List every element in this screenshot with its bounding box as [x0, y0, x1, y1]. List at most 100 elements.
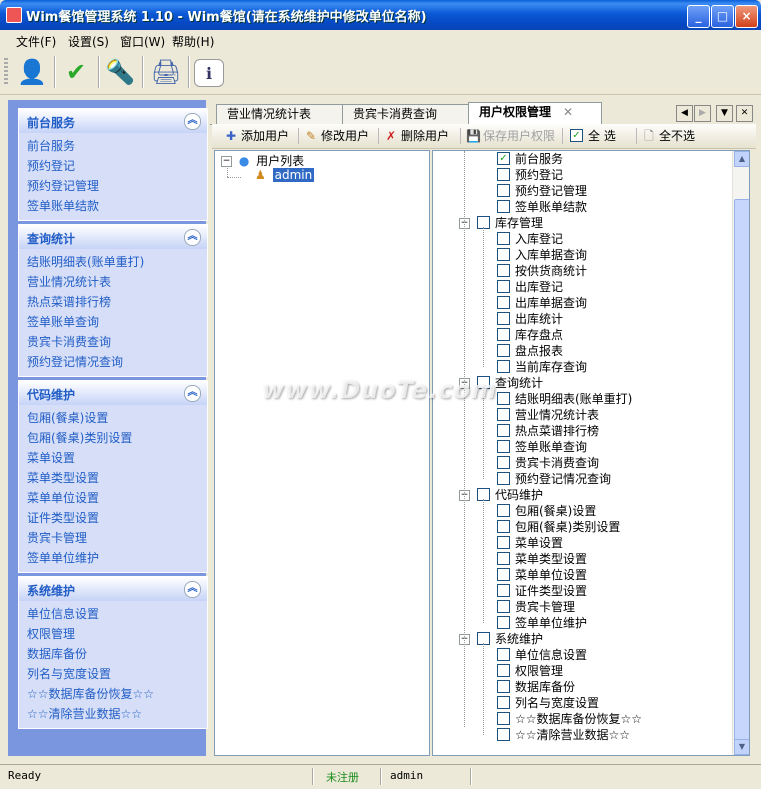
lamp-icon[interactable]: 🔦 [102, 54, 138, 90]
permission-item[interactable]: 营业情况统计表 [497, 407, 599, 423]
tree-user-admin[interactable]: ♟ admin [255, 168, 315, 182]
nav-link[interactable]: 预约登记 [19, 156, 207, 176]
nav-link[interactable]: 单位信息设置 [19, 604, 207, 624]
permission-item[interactable]: 结账明细表(账单重打) [497, 391, 632, 407]
nav-link[interactable]: 包厢(餐桌)设置 [19, 408, 207, 428]
tab-vip-query[interactable]: 贵宾卡消费查询 [342, 104, 474, 124]
permission-group[interactable]: 代码维护 [477, 487, 543, 503]
checkbox-icon[interactable] [497, 200, 510, 213]
checkbox-icon[interactable] [497, 232, 510, 245]
permission-item[interactable]: 菜单设置 [497, 535, 563, 551]
edit-user-button[interactable]: ✎ 修改用户 [304, 128, 369, 144]
checkbox-icon[interactable] [497, 392, 510, 405]
nav-link[interactable]: 菜单单位设置 [19, 488, 207, 508]
user-icon[interactable]: 👤 [14, 54, 50, 90]
minimize-button[interactable]: _ [687, 5, 710, 28]
maximize-button[interactable]: □ [711, 5, 734, 28]
checkbox-icon[interactable] [497, 424, 510, 437]
collapse-node-icon[interactable]: − [221, 156, 232, 167]
nav-link[interactable]: ☆☆数据库备份恢复☆☆ [19, 684, 207, 704]
nav-link[interactable]: ☆☆清除营业数据☆☆ [19, 704, 207, 724]
checkbox-icon[interactable] [497, 552, 510, 565]
checkbox-checked-icon[interactable]: ✓ [497, 152, 510, 165]
tab-user-permissions[interactable]: 用户权限管理 ✕ [468, 102, 602, 125]
permission-item[interactable]: 出库单据查询 [497, 295, 587, 311]
nav-link[interactable]: 预约登记情况查询 [19, 352, 207, 372]
checkmark-icon[interactable]: ✔ [58, 54, 94, 90]
checkbox-icon[interactable] [497, 600, 510, 613]
tab-list-icon[interactable]: ▼ [716, 105, 733, 122]
checkbox-icon[interactable] [497, 712, 510, 725]
collapse-icon[interactable]: ︽ [184, 581, 201, 598]
toolbar-grip[interactable] [4, 58, 8, 86]
checkbox-icon[interactable] [497, 584, 510, 597]
permission-item[interactable]: 盘点报表 [497, 343, 563, 359]
select-all-button[interactable]: ✓ 全 选 [570, 128, 616, 144]
permission-item[interactable]: 权限管理 [497, 663, 563, 679]
permission-item[interactable]: 按供货商统计 [497, 263, 587, 279]
scroll-thumb[interactable] [734, 199, 749, 741]
permission-item[interactable]: 签单账单查询 [497, 439, 587, 455]
checkbox-icon[interactable] [497, 280, 510, 293]
menu-window[interactable]: 窗口(W) [120, 33, 165, 50]
checkbox-icon[interactable] [497, 456, 510, 469]
user-list-tree[interactable]: − ● 用户列表 ♟ admin [214, 150, 430, 756]
checkbox-icon[interactable] [497, 696, 510, 709]
permission-item[interactable]: ☆☆清除营业数据☆☆ [497, 727, 630, 743]
collapse-icon[interactable]: ︽ [184, 229, 201, 246]
nav-link[interactable]: 前台服务 [19, 136, 207, 156]
vertical-scrollbar[interactable]: ▲ ▼ [732, 151, 749, 755]
tab-scroll-left-icon[interactable]: ◀ [676, 105, 693, 122]
delete-user-button[interactable]: ✗ 删除用户 [384, 128, 449, 144]
panel-header[interactable]: 前台服务 ︽ [19, 109, 207, 133]
panel-header[interactable]: 系统维护 ︽ [19, 577, 207, 601]
menu-settings[interactable]: 设置(S) [68, 33, 109, 50]
checkbox-icon[interactable] [497, 664, 510, 677]
permission-item[interactable]: 证件类型设置 [497, 583, 587, 599]
collapse-icon[interactable]: ︽ [184, 113, 201, 130]
scroll-down-icon[interactable]: ▼ [734, 739, 749, 755]
tab-close-all-icon[interactable]: ✕ [736, 105, 753, 122]
panel-header[interactable]: 代码维护 ︽ [19, 381, 207, 405]
permission-item[interactable]: 入库登记 [497, 231, 563, 247]
tab-scroll-right-icon[interactable]: ▶ [694, 105, 711, 122]
nav-link[interactable]: 预约登记管理 [19, 176, 207, 196]
save-permissions-button[interactable]: 💾 保存用户权限 [466, 128, 555, 144]
checkbox-icon[interactable] [497, 472, 510, 485]
collapse-icon[interactable]: ︽ [184, 385, 201, 402]
nav-link[interactable]: 签单账单结款 [19, 196, 207, 216]
title-bar[interactable]: Wim餐馆管理系统 1.10 - Wim餐馆(请在系统维护中修改单位名称) _ … [0, 0, 761, 30]
permission-group[interactable]: 库存管理 [477, 215, 543, 231]
nav-link[interactable]: 签单单位维护 [19, 548, 207, 568]
permission-item[interactable]: 库存盘点 [497, 327, 563, 343]
permission-item[interactable]: 贵宾卡管理 [497, 599, 575, 615]
checkbox-icon[interactable] [497, 616, 510, 629]
checkbox-icon[interactable] [497, 520, 510, 533]
permission-item[interactable]: ☆☆数据库备份恢复☆☆ [497, 711, 642, 727]
permission-item[interactable]: 菜单类型设置 [497, 551, 587, 567]
checkbox-icon[interactable] [497, 568, 510, 581]
permission-item[interactable]: 列名与宽度设置 [497, 695, 599, 711]
checkbox-icon[interactable] [497, 440, 510, 453]
nav-link[interactable]: 贵宾卡消费查询 [19, 332, 207, 352]
permission-item[interactable]: 签单单位维护 [497, 615, 587, 631]
nav-link[interactable]: 签单账单查询 [19, 312, 207, 332]
nav-link[interactable]: 证件类型设置 [19, 508, 207, 528]
checkbox-icon[interactable] [497, 312, 510, 325]
nav-link[interactable]: 菜单设置 [19, 448, 207, 468]
checkbox-icon[interactable] [497, 264, 510, 277]
permission-item[interactable]: 预约登记管理 [497, 183, 587, 199]
checkbox-icon[interactable] [497, 648, 510, 661]
info-icon[interactable]: ℹ [194, 59, 224, 87]
permission-item[interactable]: 出库登记 [497, 279, 563, 295]
tree-root[interactable]: − ● 用户列表 [221, 152, 304, 169]
menu-file[interactable]: 文件(F) [16, 33, 56, 50]
permission-item[interactable]: 签单账单结款 [497, 199, 587, 215]
select-none-button[interactable]: 🗋 全不选 [642, 128, 695, 144]
permission-item[interactable]: 贵宾卡消费查询 [497, 455, 599, 471]
checkbox-icon[interactable] [497, 504, 510, 517]
nav-link[interactable]: 数据库备份 [19, 644, 207, 664]
checkbox-icon[interactable] [497, 248, 510, 261]
nav-link[interactable]: 贵宾卡管理 [19, 528, 207, 548]
checkbox-icon[interactable] [497, 184, 510, 197]
